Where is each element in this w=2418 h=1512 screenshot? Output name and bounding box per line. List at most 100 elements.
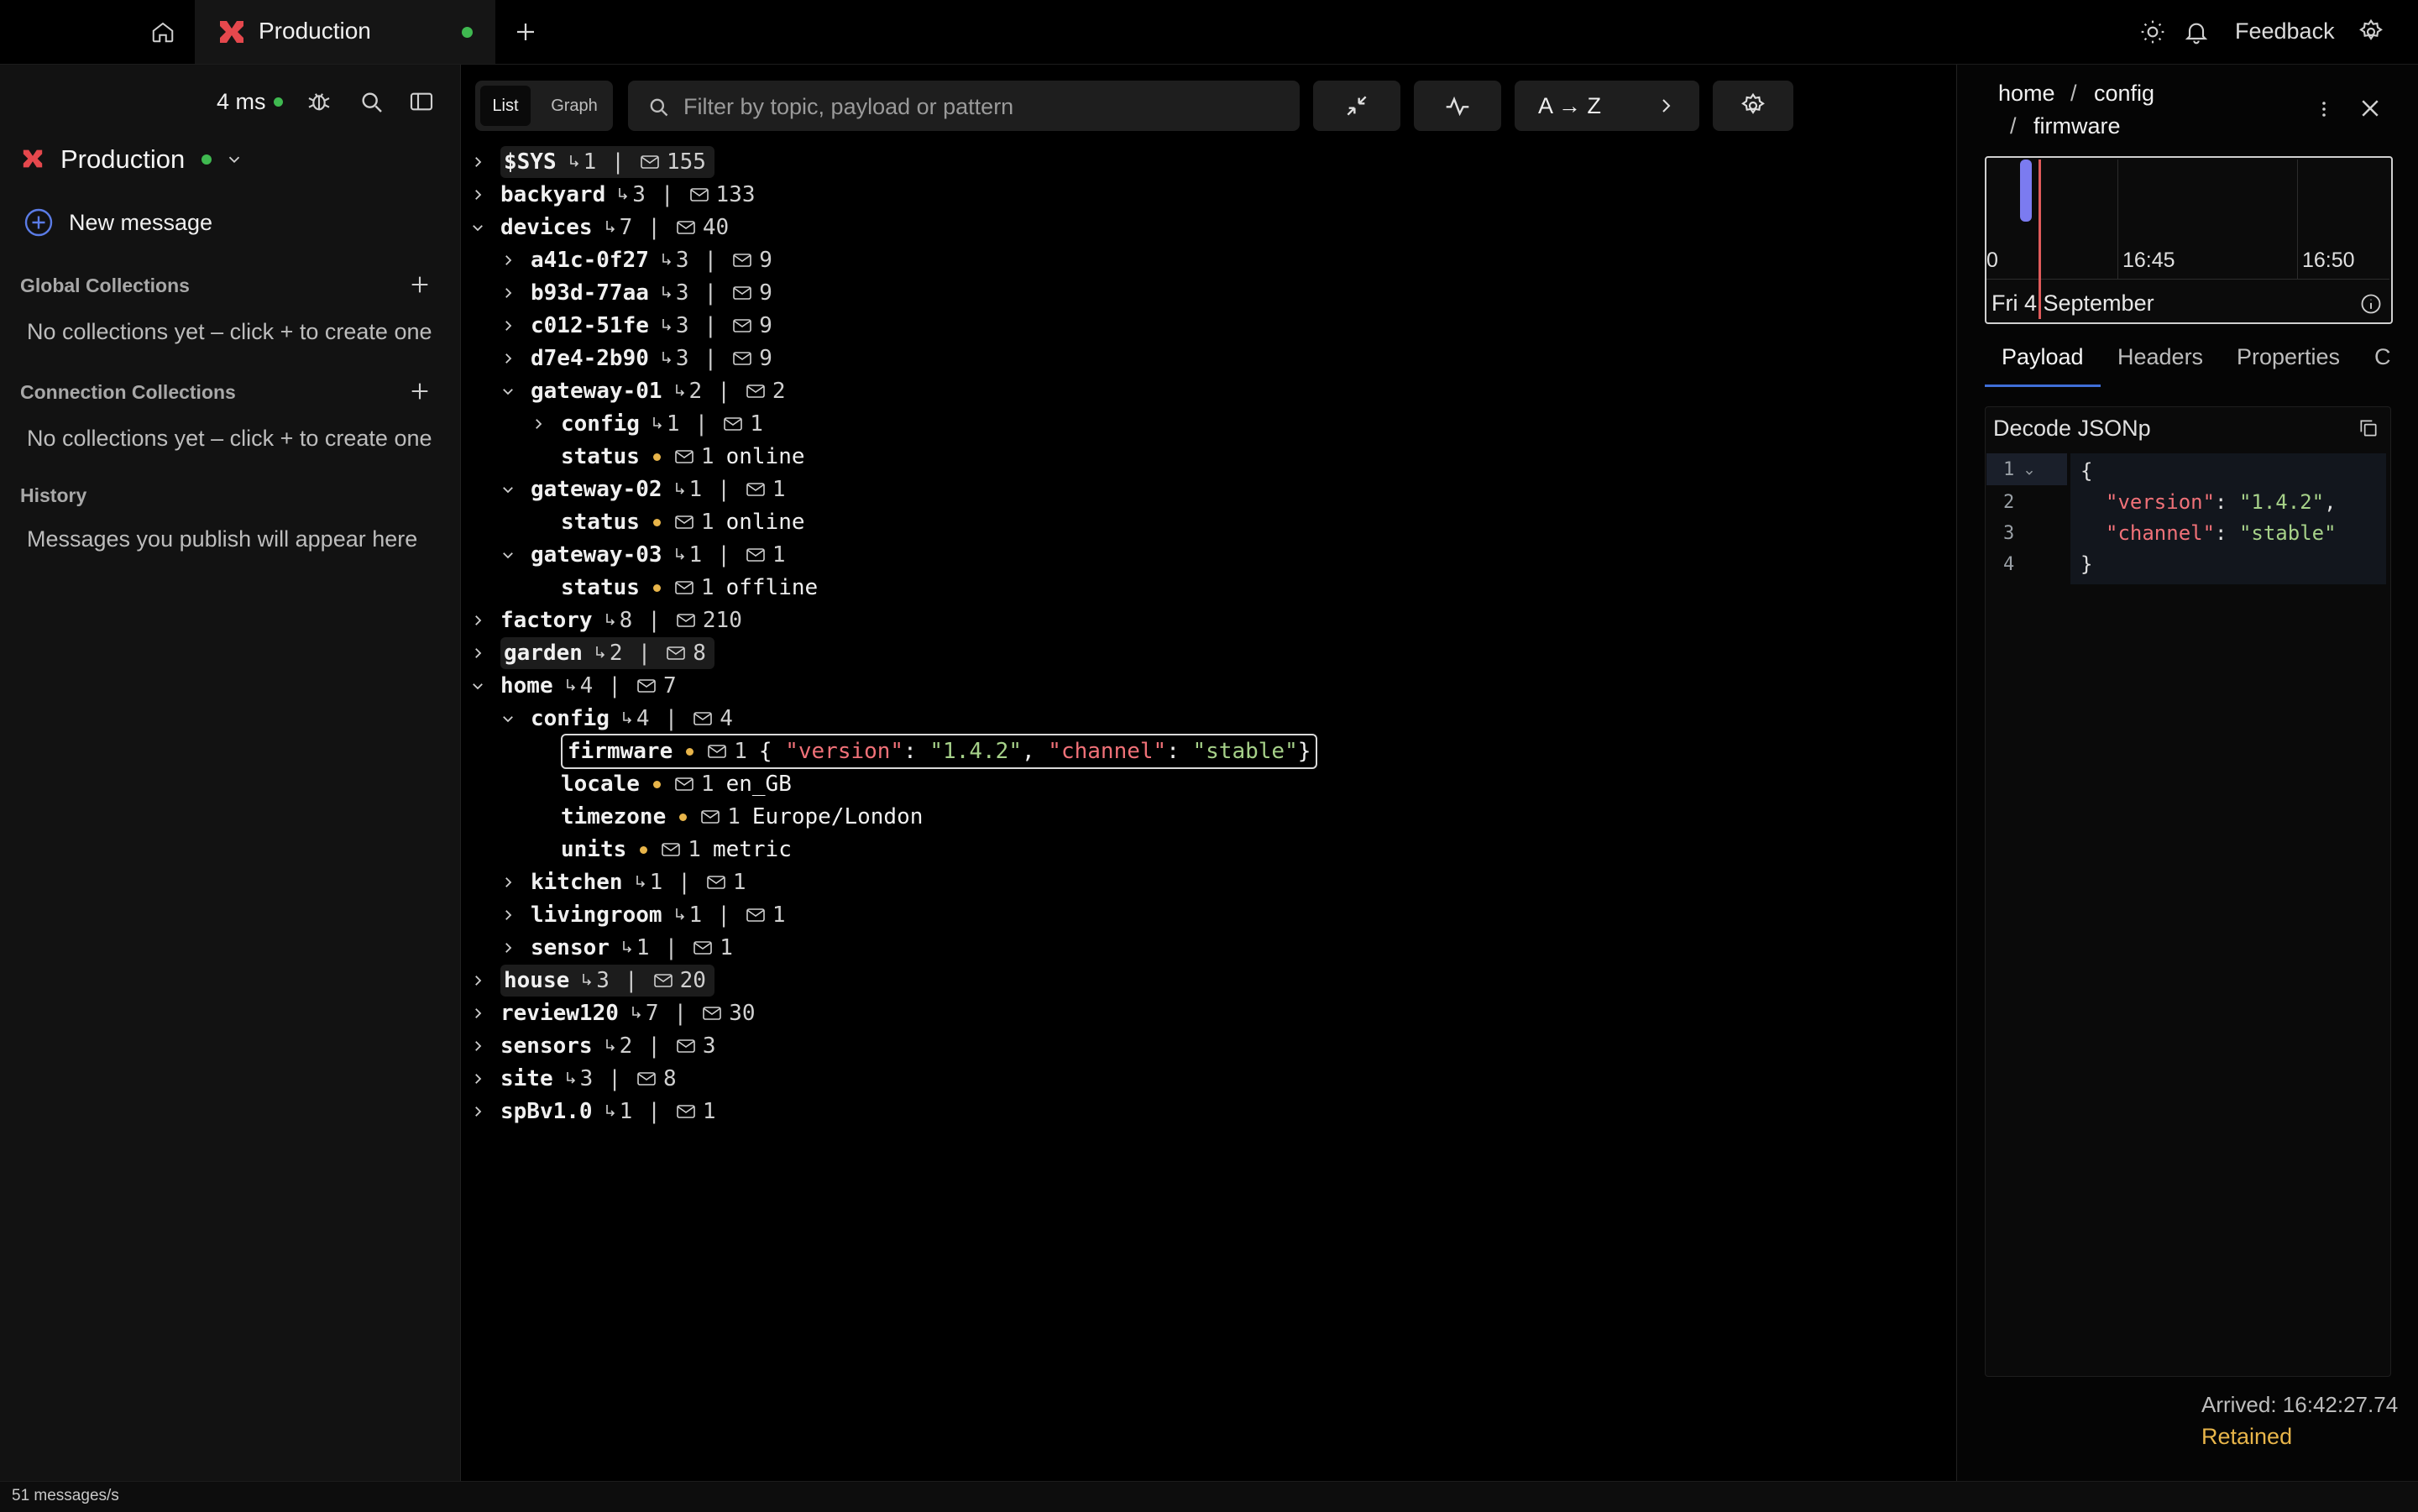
tab-headers[interactable]: Headers — [2117, 344, 2203, 370]
gear-icon[interactable] — [2358, 18, 2384, 45]
highlighted-topic[interactable]: $SYS 1 | 155 — [500, 146, 714, 178]
chevron-right-icon[interactable] — [470, 1104, 485, 1119]
chevron-right-icon[interactable] — [470, 613, 485, 628]
tree-row-garden[interactable]: garden 2 | 8 — [470, 637, 714, 669]
selected-topic[interactable]: firmware 1 { "version": "1.4.2", "channel"… — [561, 734, 1318, 769]
tree-row-gw02_status[interactable]: status 1 online — [531, 506, 805, 538]
new-message-button[interactable]: New message — [24, 207, 212, 238]
chevron-right-icon[interactable] — [470, 646, 485, 661]
chevron-right-icon[interactable] — [500, 875, 516, 890]
sidebar-toggle-icon[interactable] — [408, 88, 435, 115]
chevron-right-icon[interactable] — [470, 1006, 485, 1021]
chevron-right-icon[interactable] — [500, 351, 516, 366]
collapse-all-button[interactable] — [1313, 81, 1400, 131]
tree-row-sensor[interactable]: sensor 1 | 1 — [500, 932, 733, 964]
chevron-right-icon[interactable] — [470, 1071, 485, 1086]
tree-settings-button[interactable] — [1713, 81, 1793, 131]
chevron-right-icon[interactable] — [500, 908, 516, 923]
copy-icon[interactable] — [2358, 417, 2379, 439]
tree-row-a41c[interactable]: a41c-0f27 3 | 9 — [500, 244, 772, 276]
subtopic-count: 3 — [661, 280, 689, 306]
tree-row-firmware[interactable]: firmware 1 { "version": "1.4.2", "channel"… — [531, 734, 1318, 769]
chevron-right-icon[interactable] — [500, 253, 516, 268]
breadcrumb-item[interactable]: home — [1998, 81, 2055, 107]
chevron-right-icon[interactable] — [500, 285, 516, 301]
filter-input[interactable] — [682, 85, 1290, 128]
bug-icon[interactable] — [306, 88, 332, 115]
history-title: History — [20, 484, 87, 506]
tab-payload[interactable]: Payload — [2002, 344, 2084, 370]
chevron-down-icon[interactable] — [500, 384, 516, 399]
subtopic-count: 3 — [581, 968, 610, 993]
tree-row-gw03_status[interactable]: status 1 offline — [531, 572, 818, 604]
code-editor[interactable] — [2070, 453, 2386, 584]
sort-button[interactable]: A → Z — [1515, 81, 1699, 131]
chevron-right-icon[interactable] — [500, 318, 516, 333]
bell-icon[interactable] — [2183, 18, 2210, 45]
subtopic-count-value: 2 — [609, 641, 623, 666]
tab-label[interactable]: Production — [259, 18, 371, 44]
chevron-right-icon[interactable] — [531, 416, 546, 432]
view-graph-button[interactable]: Graph — [541, 86, 608, 126]
chevron-down-icon[interactable] — [500, 482, 516, 497]
connection-name[interactable]: Production — [60, 144, 185, 175]
tree-row-home[interactable]: home 4 | 7 — [470, 670, 677, 702]
tree-row-house[interactable]: house 3 | 20 — [470, 965, 714, 997]
tree-row-timezone[interactable]: timezone 1 Europe/London — [531, 801, 923, 833]
breadcrumb-item[interactable]: config — [2094, 81, 2154, 107]
close-icon[interactable] — [2358, 96, 2383, 121]
activity-button[interactable] — [1414, 81, 1501, 131]
tree-row-kitchen[interactable]: kitchen 1 | 1 — [500, 866, 746, 898]
home-button[interactable] — [141, 15, 185, 49]
timeline-message-bar[interactable] — [2020, 160, 2032, 222]
tree-row-gw01[interactable]: gateway-01 2 | 2 — [500, 375, 786, 407]
chevron-down-icon[interactable] — [500, 711, 516, 726]
tree-row-livingroom[interactable]: livingroom 1 | 1 — [500, 899, 786, 931]
chevron-down-icon[interactable] — [225, 150, 243, 169]
tree-row-review120[interactable]: review120 7 | 30 — [470, 997, 756, 1029]
tab-more[interactable]: C — [2374, 344, 2391, 370]
tree-row-sys[interactable]: $SYS 1 | 155 — [470, 146, 714, 178]
chevron-right-icon[interactable] — [470, 1039, 485, 1054]
highlighted-topic[interactable]: garden 2 | 8 — [500, 637, 714, 669]
view-list-button[interactable]: List — [480, 86, 531, 126]
json-comma: , — [1021, 739, 1049, 764]
chevron-down-icon[interactable] — [470, 220, 485, 235]
tree-row-b93d[interactable]: b93d-77aa 3 | 9 — [500, 277, 772, 309]
tree-row-sensors[interactable]: sensors 2 | 3 — [470, 1030, 716, 1062]
feedback-button[interactable]: Feedback — [2235, 18, 2335, 44]
add-global-collection-icon[interactable] — [408, 273, 432, 296]
chevron-right-icon[interactable] — [470, 154, 485, 170]
info-icon[interactable] — [2359, 292, 2383, 316]
search-icon[interactable] — [358, 88, 385, 115]
add-connection-collection-icon[interactable] — [408, 379, 432, 403]
tree-row-d7e4[interactable]: d7e4-2b90 3 | 9 — [500, 343, 772, 374]
add-tab-button[interactable] — [509, 15, 542, 49]
tree-row-gw01_status[interactable]: status 1 online — [531, 441, 805, 473]
chevron-right-icon[interactable] — [470, 973, 485, 988]
decode-label[interactable]: Decode JSONp — [1993, 416, 2151, 442]
tree-row-home_config[interactable]: config 4 | 4 — [500, 703, 733, 735]
decode-format: JSONp — [2077, 416, 2151, 441]
fold-chevron-icon[interactable] — [2023, 467, 2035, 479]
tree-row-c012[interactable]: c012-51fe 3 | 9 — [500, 310, 772, 342]
tab-properties[interactable]: Properties — [2237, 344, 2340, 370]
chevron-right-icon[interactable] — [470, 187, 485, 202]
highlighted-topic[interactable]: house 3 | 20 — [500, 965, 714, 997]
tree-row-spbv[interactable]: spBv1.0 1 | 1 — [470, 1096, 716, 1127]
chevron-right-icon[interactable] — [500, 940, 516, 955]
tree-row-factory[interactable]: factory 8 | 210 — [470, 604, 742, 636]
tree-row-locale[interactable]: locale 1 en_GB — [531, 768, 792, 800]
tree-row-devices[interactable]: devices 7 | 40 — [470, 212, 729, 243]
more-vertical-icon[interactable] — [2314, 96, 2334, 123]
chevron-down-icon[interactable] — [500, 547, 516, 562]
tree-row-site[interactable]: site 3 | 8 — [470, 1063, 677, 1095]
sun-icon[interactable] — [2139, 18, 2166, 45]
tree-row-gw02[interactable]: gateway-02 1 | 1 — [500, 473, 786, 505]
tree-row-gw03[interactable]: gateway-03 1 | 1 — [500, 539, 786, 571]
tree-row-backyard[interactable]: backyard 3 | 133 — [470, 179, 756, 211]
tree-row-gw01_config[interactable]: config 1 | 1 — [531, 408, 763, 440]
tree-row-units[interactable]: units 1 metric — [531, 834, 792, 866]
chevron-down-icon[interactable] — [470, 678, 485, 693]
breadcrumb-item[interactable]: firmware — [2033, 113, 2121, 139]
